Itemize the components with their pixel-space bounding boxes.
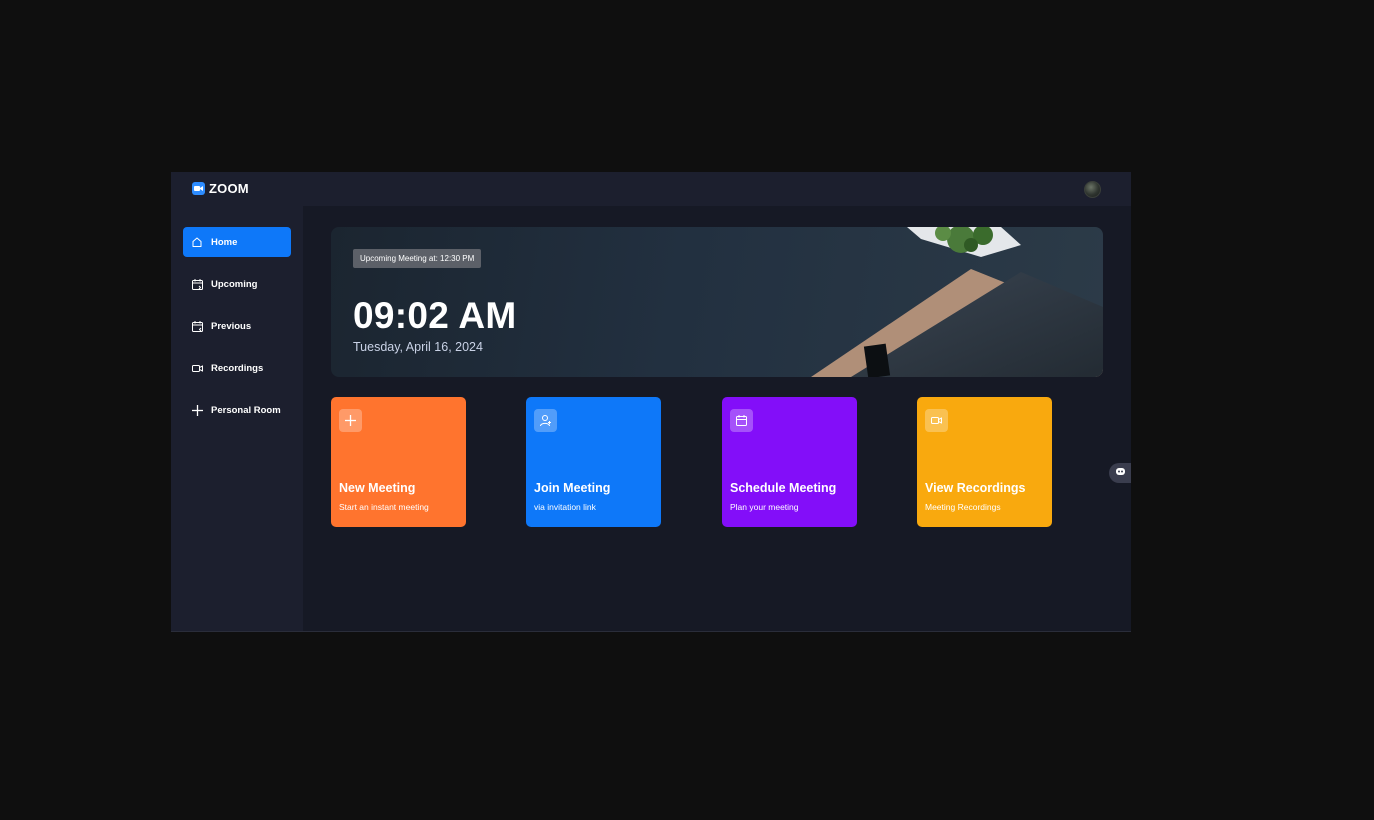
zoom-logo-icon	[192, 182, 205, 195]
card-subtitle: Plan your meeting	[730, 502, 799, 512]
view-recordings-card[interactable]: View Recordings Meeting Recordings	[917, 397, 1052, 527]
plus-icon	[190, 403, 204, 417]
sidebar-item-upcoming[interactable]: Upcoming	[183, 269, 291, 299]
calendar-previous-icon	[190, 319, 204, 333]
current-date: Tuesday, April 16, 2024	[353, 340, 483, 354]
top-navbar: ZOOM	[171, 172, 1131, 206]
brand-name: ZOOM	[209, 181, 249, 196]
home-icon	[190, 235, 204, 249]
sidebar-item-recordings[interactable]: Recordings	[183, 353, 291, 383]
user-add-icon	[534, 409, 557, 432]
hero-banner: Upcoming Meeting at: 12:30 PM 09:02 AM T…	[331, 227, 1103, 377]
card-subtitle: via invitation link	[534, 502, 596, 512]
plus-icon	[339, 409, 362, 432]
sidebar-item-label: Personal Room	[211, 404, 281, 416]
card-title: Schedule Meeting	[730, 481, 837, 495]
card-subtitle: Meeting Recordings	[925, 502, 1001, 512]
app-window: ZOOM Home Upcoming Previous Recordings P…	[171, 172, 1131, 632]
card-title: New Meeting	[339, 481, 416, 495]
video-icon	[190, 361, 204, 375]
sidebar-item-home[interactable]: Home	[183, 227, 291, 257]
calendar-upcoming-icon	[190, 277, 204, 291]
sidebar: Home Upcoming Previous Recordings Person…	[171, 206, 303, 631]
card-title: View Recordings	[925, 481, 1026, 495]
sidebar-item-label: Previous	[211, 320, 252, 332]
new-meeting-card[interactable]: New Meeting Start an instant meeting	[331, 397, 466, 527]
user-avatar[interactable]	[1084, 181, 1101, 198]
sidebar-item-label: Home	[211, 236, 238, 248]
calendar-icon	[730, 409, 753, 432]
join-meeting-card[interactable]: Join Meeting via invitation link	[526, 397, 661, 527]
chatbot-icon	[1115, 464, 1126, 482]
current-time: 09:02 AM	[353, 295, 517, 336]
sidebar-item-personal-room[interactable]: Personal Room	[183, 395, 291, 425]
card-title: Join Meeting	[534, 481, 611, 495]
zoom-logo[interactable]: ZOOM	[192, 181, 249, 196]
sidebar-item-label: Upcoming	[211, 278, 258, 290]
schedule-meeting-card[interactable]: Schedule Meeting Plan your meeting	[722, 397, 857, 527]
sidebar-item-previous[interactable]: Previous	[183, 311, 291, 341]
card-subtitle: Start an instant meeting	[339, 502, 429, 512]
upcoming-meeting-badge: Upcoming Meeting at: 12:30 PM	[353, 249, 482, 268]
assistant-widget-button[interactable]	[1109, 463, 1131, 483]
sidebar-item-label: Recordings	[211, 362, 264, 374]
video-icon	[925, 409, 948, 432]
